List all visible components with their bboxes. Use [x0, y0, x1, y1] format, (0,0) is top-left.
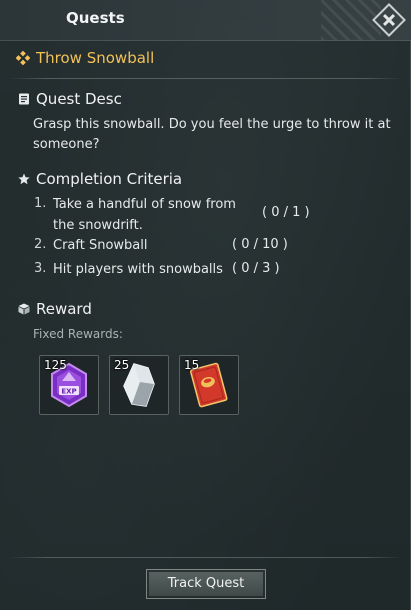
quest-desc-label: Quest Desc: [36, 90, 122, 108]
quest-description: Grasp this snowball. Do you feel the urg…: [33, 117, 391, 152]
criteria-progress: ( 0 / 10 ): [232, 237, 288, 252]
criteria-item: 3. Hit players with snowballs ( 0 / 3 ): [0, 259, 411, 279]
criteria-item: 1. Take a handful of snow from the snowd…: [0, 194, 411, 236]
reward-item-envelope[interactable]: 15: [179, 355, 239, 415]
quest-title: Throw Snowball: [36, 49, 155, 67]
reward-item-crystal[interactable]: 25: [109, 355, 169, 415]
criteria-text: Hit players with snowballs: [53, 262, 223, 277]
footer-divider: [8, 557, 403, 558]
track-quest-button[interactable]: Track Quest: [146, 569, 266, 599]
criteria-text: Craft Snowball: [53, 238, 148, 253]
criteria-progress: ( 0 / 1 ): [262, 205, 310, 220]
svg-text:EXP: EXP: [61, 388, 76, 396]
reward-count: 125: [44, 358, 67, 372]
quest-diamond-icon: [16, 51, 30, 65]
reward-count: 15: [184, 358, 200, 372]
reward-label: Reward: [36, 300, 92, 318]
criteria-text: Take a handful of snow from the snowdrif…: [53, 197, 236, 233]
reward-item-exp[interactable]: EXP 125: [39, 355, 99, 415]
criteria-progress: ( 0 / 3 ): [232, 261, 280, 276]
criteria-number: 2.: [34, 237, 47, 252]
completion-criteria-label: Completion Criteria: [36, 170, 183, 188]
completion-criteria-heading: Completion Criteria: [18, 170, 182, 188]
reward-count: 25: [114, 358, 130, 372]
fixed-rewards-label: Fixed Rewards:: [33, 327, 123, 341]
document-icon: [19, 93, 29, 105]
star-icon: [18, 173, 30, 185]
divider: [8, 78, 403, 79]
quest-panel: Quests Throw Snowball Quest Desc Grasp t…: [0, 0, 411, 610]
criteria-item: 2. Craft Snowball ( 0 / 10 ): [0, 235, 411, 255]
criteria-number: 1.: [34, 196, 47, 211]
box-icon: [18, 303, 30, 315]
quest-title-row: Throw Snowball: [16, 48, 154, 68]
criteria-number: 3.: [34, 261, 47, 276]
quest-desc-heading: Quest Desc: [18, 90, 122, 108]
panel-title: Quests: [66, 9, 125, 27]
reward-heading: Reward: [18, 300, 92, 318]
panel-header: Quests: [0, 0, 411, 41]
